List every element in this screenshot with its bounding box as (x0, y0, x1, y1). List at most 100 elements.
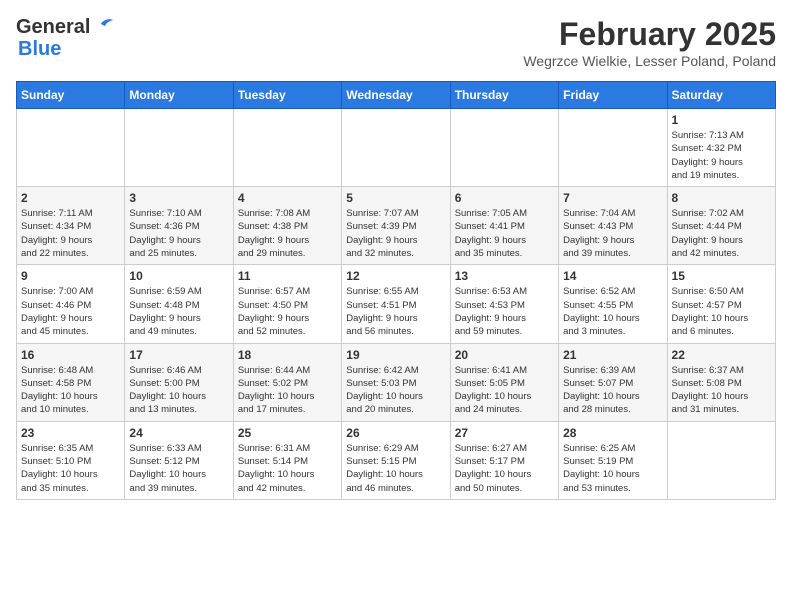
calendar-cell: 27 Sunrise: 6:27 AM Sunset: 5:17 PM Dayli… (450, 421, 558, 499)
calendar-cell (125, 109, 233, 187)
calendar-cell: 18 Sunrise: 6:44 AM Sunset: 5:02 PM Dayli… (233, 343, 341, 421)
day-number: 28 (563, 426, 662, 440)
location-text: Wegrzce Wielkie, Lesser Poland, Poland (523, 53, 776, 69)
title-block: February 2025 Wegrzce Wielkie, Lesser Po… (523, 16, 776, 69)
day-number: 22 (672, 348, 771, 362)
calendar-cell: 3 Sunrise: 7:10 AM Sunset: 4:36 PM Daylig… (125, 187, 233, 265)
calendar-cell: 25Sunrise: 6:31 AM Sunset: 5:14 PM Dayli… (233, 421, 341, 499)
day-number: 20 (455, 348, 554, 362)
day-number: 8 (672, 191, 771, 205)
day-number: 1 (672, 113, 771, 127)
day-info: Sunrise: 7:13 AM Sunset: 4:32 PM Dayligh… (672, 129, 771, 182)
day-info: Sunrise: 7:02 AM Sunset: 4:44 PM Dayligh… (672, 207, 771, 260)
calendar-cell (233, 109, 341, 187)
day-info: Sunrise: 6:44 AM Sunset: 5:02 PM Dayligh… (238, 364, 337, 417)
calendar-cell: 10 Sunrise: 6:59 AM Sunset: 4:48 PM Dayli… (125, 265, 233, 343)
day-number: 18 (238, 348, 337, 362)
calendar-cell (667, 421, 775, 499)
col-header-tuesday: Tuesday (233, 82, 341, 109)
calendar-cell: 20 Sunrise: 6:41 AM Sunset: 5:05 PM Dayli… (450, 343, 558, 421)
col-header-saturday: Saturday (667, 82, 775, 109)
day-info: Sunrise: 7:04 AM Sunset: 4:43 PM Dayligh… (563, 207, 662, 260)
calendar-week-row: 23 Sunrise: 6:35 AM Sunset: 5:10 PM Dayli… (17, 421, 776, 499)
logo-bird-icon (91, 16, 113, 34)
day-number: 24 (129, 426, 228, 440)
day-info: Sunrise: 7:08 AM Sunset: 4:38 PM Dayligh… (238, 207, 337, 260)
calendar-cell: 4 Sunrise: 7:08 AM Sunset: 4:38 PM Daylig… (233, 187, 341, 265)
day-number: 17 (129, 348, 228, 362)
day-info: Sunrise: 6:53 AM Sunset: 4:53 PM Dayligh… (455, 285, 554, 338)
calendar-cell (559, 109, 667, 187)
col-header-thursday: Thursday (450, 82, 558, 109)
logo-general-text: General (16, 16, 90, 38)
logo: General Blue (16, 16, 113, 60)
calendar-cell: 5Sunrise: 7:07 AM Sunset: 4:39 PM Daylig… (342, 187, 450, 265)
calendar-table: SundayMondayTuesdayWednesdayThursdayFrid… (16, 81, 776, 500)
calendar-cell: 21 Sunrise: 6:39 AM Sunset: 5:07 PM Dayli… (559, 343, 667, 421)
page-header: General Blue February 2025 Wegrzce Wielk… (16, 16, 776, 69)
day-number: 6 (455, 191, 554, 205)
calendar-cell: 22 Sunrise: 6:37 AM Sunset: 5:08 PM Dayli… (667, 343, 775, 421)
col-header-monday: Monday (125, 82, 233, 109)
calendar-cell: 8 Sunrise: 7:02 AM Sunset: 4:44 PM Daylig… (667, 187, 775, 265)
day-number: 21 (563, 348, 662, 362)
calendar-cell: 26 Sunrise: 6:29 AM Sunset: 5:15 PM Dayli… (342, 421, 450, 499)
day-info: Sunrise: 6:55 AM Sunset: 4:51 PM Dayligh… (346, 285, 445, 338)
day-info: Sunrise: 6:29 AM Sunset: 5:15 PM Dayligh… (346, 442, 445, 495)
calendar-cell (17, 109, 125, 187)
calendar-cell: 24 Sunrise: 6:33 AM Sunset: 5:12 PM Dayli… (125, 421, 233, 499)
day-number: 14 (563, 269, 662, 283)
month-title: February 2025 (523, 16, 776, 53)
calendar-cell: 7 Sunrise: 7:04 AM Sunset: 4:43 PM Daylig… (559, 187, 667, 265)
day-number: 25 (238, 426, 337, 440)
day-info: Sunrise: 6:50 AM Sunset: 4:57 PM Dayligh… (672, 285, 771, 338)
day-info: Sunrise: 7:05 AM Sunset: 4:41 PM Dayligh… (455, 207, 554, 260)
day-number: 10 (129, 269, 228, 283)
calendar-cell: 14Sunrise: 6:52 AM Sunset: 4:55 PM Dayli… (559, 265, 667, 343)
day-info: Sunrise: 6:59 AM Sunset: 4:48 PM Dayligh… (129, 285, 228, 338)
day-info: Sunrise: 6:57 AM Sunset: 4:50 PM Dayligh… (238, 285, 337, 338)
calendar-cell: 17 Sunrise: 6:46 AM Sunset: 5:00 PM Dayli… (125, 343, 233, 421)
calendar-cell: 6 Sunrise: 7:05 AM Sunset: 4:41 PM Daylig… (450, 187, 558, 265)
day-number: 23 (21, 426, 120, 440)
calendar-week-row: 9 Sunrise: 7:00 AM Sunset: 4:46 PM Daylig… (17, 265, 776, 343)
day-info: Sunrise: 6:33 AM Sunset: 5:12 PM Dayligh… (129, 442, 228, 495)
calendar-cell: 12 Sunrise: 6:55 AM Sunset: 4:51 PM Dayli… (342, 265, 450, 343)
day-number: 12 (346, 269, 445, 283)
day-info: Sunrise: 6:39 AM Sunset: 5:07 PM Dayligh… (563, 364, 662, 417)
day-number: 9 (21, 269, 120, 283)
day-info: Sunrise: 7:11 AM Sunset: 4:34 PM Dayligh… (21, 207, 120, 260)
day-info: Sunrise: 7:07 AM Sunset: 4:39 PM Dayligh… (346, 207, 445, 260)
day-number: 7 (563, 191, 662, 205)
calendar-cell: 2Sunrise: 7:11 AM Sunset: 4:34 PM Daylig… (17, 187, 125, 265)
day-info: Sunrise: 6:42 AM Sunset: 5:03 PM Dayligh… (346, 364, 445, 417)
day-info: Sunrise: 6:41 AM Sunset: 5:05 PM Dayligh… (455, 364, 554, 417)
day-number: 11 (238, 269, 337, 283)
calendar-week-row: 16Sunrise: 6:48 AM Sunset: 4:58 PM Dayli… (17, 343, 776, 421)
col-header-friday: Friday (559, 82, 667, 109)
day-info: Sunrise: 6:37 AM Sunset: 5:08 PM Dayligh… (672, 364, 771, 417)
day-number: 15 (672, 269, 771, 283)
calendar-cell: 16Sunrise: 6:48 AM Sunset: 4:58 PM Dayli… (17, 343, 125, 421)
day-number: 27 (455, 426, 554, 440)
logo-blue-text: Blue (18, 38, 61, 60)
day-info: Sunrise: 6:35 AM Sunset: 5:10 PM Dayligh… (21, 442, 120, 495)
day-info: Sunrise: 7:10 AM Sunset: 4:36 PM Dayligh… (129, 207, 228, 260)
calendar-cell (342, 109, 450, 187)
calendar-cell: 23 Sunrise: 6:35 AM Sunset: 5:10 PM Dayli… (17, 421, 125, 499)
day-info: Sunrise: 6:46 AM Sunset: 5:00 PM Dayligh… (129, 364, 228, 417)
col-header-wednesday: Wednesday (342, 82, 450, 109)
calendar-cell (450, 109, 558, 187)
day-number: 19 (346, 348, 445, 362)
calendar-cell: 28 Sunrise: 6:25 AM Sunset: 5:19 PM Dayli… (559, 421, 667, 499)
day-number: 13 (455, 269, 554, 283)
day-info: Sunrise: 6:25 AM Sunset: 5:19 PM Dayligh… (563, 442, 662, 495)
day-number: 3 (129, 191, 228, 205)
calendar-week-row: 1 Sunrise: 7:13 AM Sunset: 4:32 PM Daylig… (17, 109, 776, 187)
calendar-cell: 19 Sunrise: 6:42 AM Sunset: 5:03 PM Dayli… (342, 343, 450, 421)
day-number: 16 (21, 348, 120, 362)
day-info: Sunrise: 7:00 AM Sunset: 4:46 PM Dayligh… (21, 285, 120, 338)
day-number: 26 (346, 426, 445, 440)
day-number: 4 (238, 191, 337, 205)
day-info: Sunrise: 6:27 AM Sunset: 5:17 PM Dayligh… (455, 442, 554, 495)
